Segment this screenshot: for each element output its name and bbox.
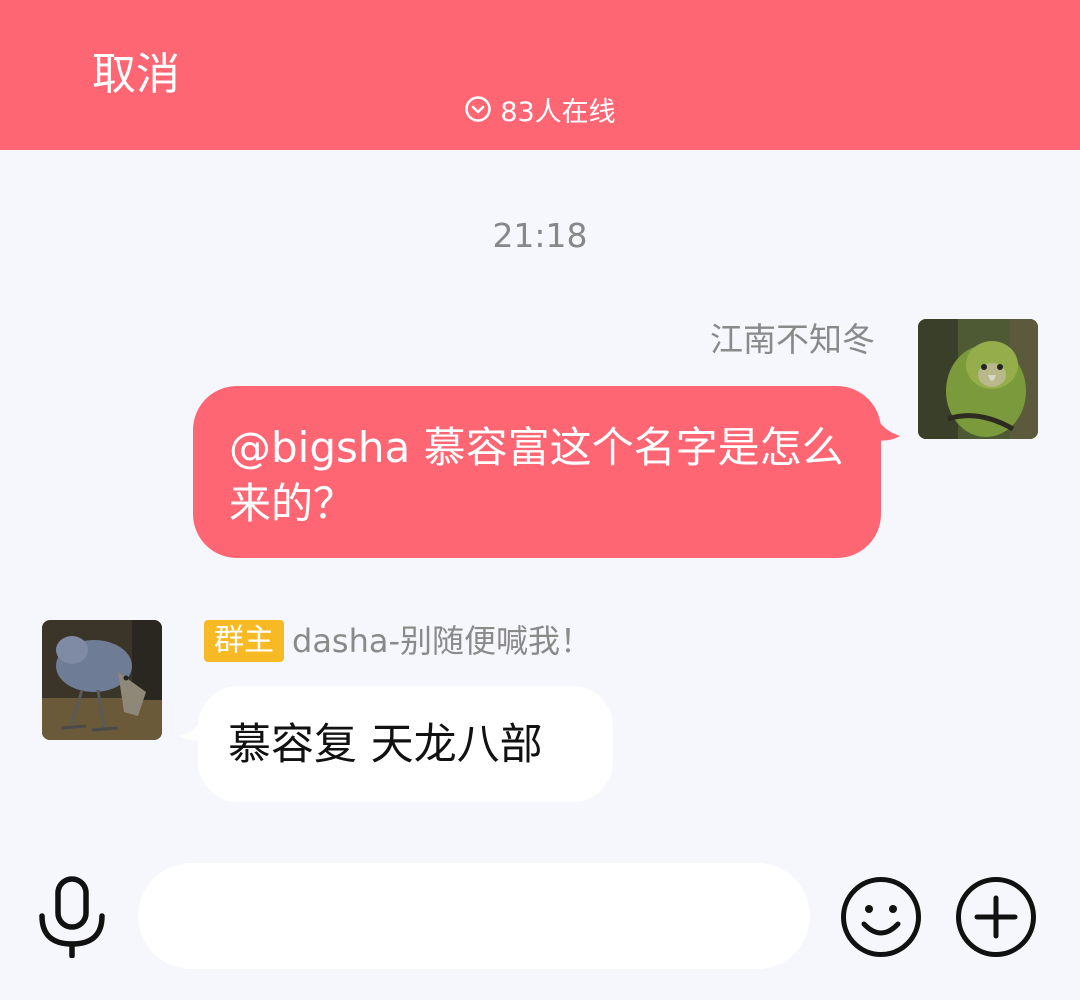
smiley-icon[interactable] [840, 876, 922, 958]
chevron-down-circle-icon [465, 96, 492, 122]
parrot-avatar-image [918, 319, 1038, 439]
microphone-icon[interactable] [38, 876, 106, 958]
group-owner-badge: 群主 [204, 620, 284, 662]
avatar[interactable] [918, 319, 1038, 439]
online-count-text: 83人在线 [500, 96, 616, 128]
sender-name: dasha-别随便喊我！ [292, 622, 593, 660]
plus-circle-icon[interactable] [955, 876, 1037, 958]
avatar[interactable] [42, 620, 162, 740]
chat-header: 取消 83人在线 [0, 0, 1080, 150]
online-count[interactable]: 83人在线 [0, 90, 1080, 128]
bubble-tail-icon [876, 416, 900, 441]
outgoing-message-bubble[interactable]: @bigsha 慕容富这个名字是怎么来的？ [193, 386, 881, 558]
sender-name: 江南不知冬 [710, 320, 875, 359]
shoebill-avatar-image [42, 620, 162, 740]
message-timestamp: 21:18 [492, 216, 588, 255]
sender-info: 群主 dasha-别随便喊我！ [204, 620, 592, 662]
incoming-message-bubble[interactable]: 慕容复 天龙八部 [198, 686, 613, 802]
message-input[interactable] [138, 863, 810, 969]
